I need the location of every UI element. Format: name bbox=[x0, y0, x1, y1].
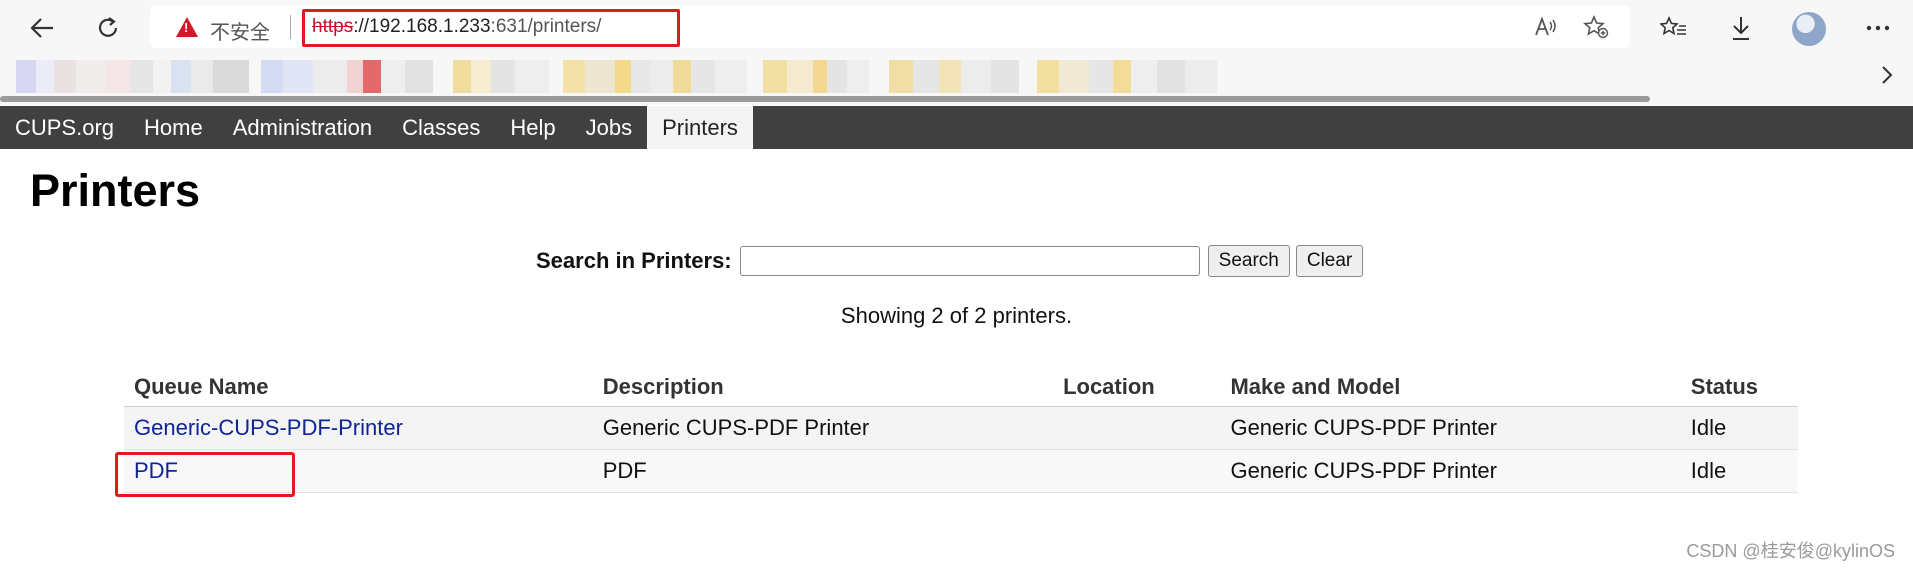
header-status: Status bbox=[1680, 368, 1798, 407]
address-bar[interactable]: ! 不安全 https://192.168.1.233:631/printers… bbox=[150, 5, 1630, 48]
status-cell: Idle bbox=[1680, 406, 1798, 450]
queue-link[interactable]: Generic-CUPS-PDF-Printer bbox=[134, 415, 403, 440]
location-cell bbox=[1053, 449, 1221, 493]
clear-button[interactable]: Clear bbox=[1295, 245, 1364, 277]
refresh-icon[interactable] bbox=[90, 10, 126, 46]
header-make-model: Make and Model bbox=[1220, 368, 1681, 407]
header-queue-name: Queue Name bbox=[124, 368, 593, 407]
table-header-row: Queue Name Description Location Make and… bbox=[124, 368, 1798, 407]
description-cell: PDF bbox=[592, 449, 1054, 493]
nav-printers[interactable]: Printers bbox=[647, 106, 753, 149]
nav-home[interactable]: Home bbox=[129, 106, 218, 149]
watermark: CSDN @桂安俊@kylinOS bbox=[1686, 541, 1895, 561]
nav-jobs[interactable]: Jobs bbox=[571, 106, 647, 149]
cups-nav-bar: CUPS.org Home Administration Classes Hel… bbox=[0, 106, 1913, 149]
url-host: ://192.168.1.233 bbox=[353, 16, 491, 37]
queue-cell: Generic-CUPS-PDF-Printer bbox=[124, 406, 593, 450]
table-row: PDF PDF Generic CUPS-PDF Printer Idle bbox=[124, 449, 1798, 493]
bookmarks-obscured bbox=[16, 60, 1652, 93]
location-cell bbox=[1053, 406, 1221, 450]
model-cell: Generic CUPS-PDF Printer bbox=[1220, 449, 1681, 493]
download-icon[interactable] bbox=[1723, 12, 1759, 44]
url-path: :631/printers/ bbox=[490, 16, 602, 37]
header-location: Location bbox=[1053, 368, 1221, 407]
favorites-icon[interactable] bbox=[1656, 12, 1692, 44]
search-label: Search in Printers: bbox=[536, 248, 732, 273]
table-row: Generic-CUPS-PDF-Printer Generic CUPS-PD… bbox=[124, 406, 1798, 450]
search-form: Search in Printers: Search Clear bbox=[536, 245, 1369, 277]
page-title: Printers bbox=[30, 165, 201, 216]
nav-classes[interactable]: Classes bbox=[387, 106, 495, 149]
showing-count: Showing 2 of 2 printers. bbox=[840, 303, 1073, 328]
bookmarks-bar bbox=[0, 55, 1913, 105]
printers-table: Queue Name Description Location Make and… bbox=[124, 368, 1798, 493]
warning-icon: ! bbox=[176, 17, 198, 37]
url-text[interactable]: https://192.168.1.233:631/printers/ bbox=[312, 16, 601, 38]
browser-toolbar: ! 不安全 https://192.168.1.233:631/printers… bbox=[0, 0, 1913, 55]
read-aloud-icon[interactable] bbox=[1532, 15, 1560, 39]
search-button[interactable]: Search bbox=[1207, 245, 1290, 277]
pdf-highlight-box bbox=[115, 452, 295, 497]
add-favorite-icon[interactable] bbox=[1582, 15, 1610, 39]
chevron-right-icon[interactable] bbox=[1881, 65, 1893, 91]
address-separator bbox=[290, 15, 291, 39]
search-input[interactable] bbox=[739, 246, 1200, 276]
nav-administration[interactable]: Administration bbox=[218, 106, 387, 149]
header-description: Description bbox=[592, 368, 1054, 407]
profile-avatar[interactable] bbox=[1792, 12, 1826, 46]
bookmarks-scrollbar[interactable] bbox=[0, 96, 1650, 102]
back-icon[interactable] bbox=[24, 10, 60, 46]
model-cell: Generic CUPS-PDF Printer bbox=[1220, 406, 1681, 450]
description-cell: Generic CUPS-PDF Printer bbox=[592, 406, 1054, 450]
status-cell: Idle bbox=[1680, 449, 1798, 493]
nav-cups-org[interactable]: CUPS.org bbox=[0, 106, 129, 149]
security-label[interactable]: 不安全 bbox=[210, 16, 270, 45]
more-icon[interactable] bbox=[1860, 12, 1896, 44]
nav-help[interactable]: Help bbox=[495, 106, 570, 149]
url-scheme: https bbox=[312, 16, 354, 37]
